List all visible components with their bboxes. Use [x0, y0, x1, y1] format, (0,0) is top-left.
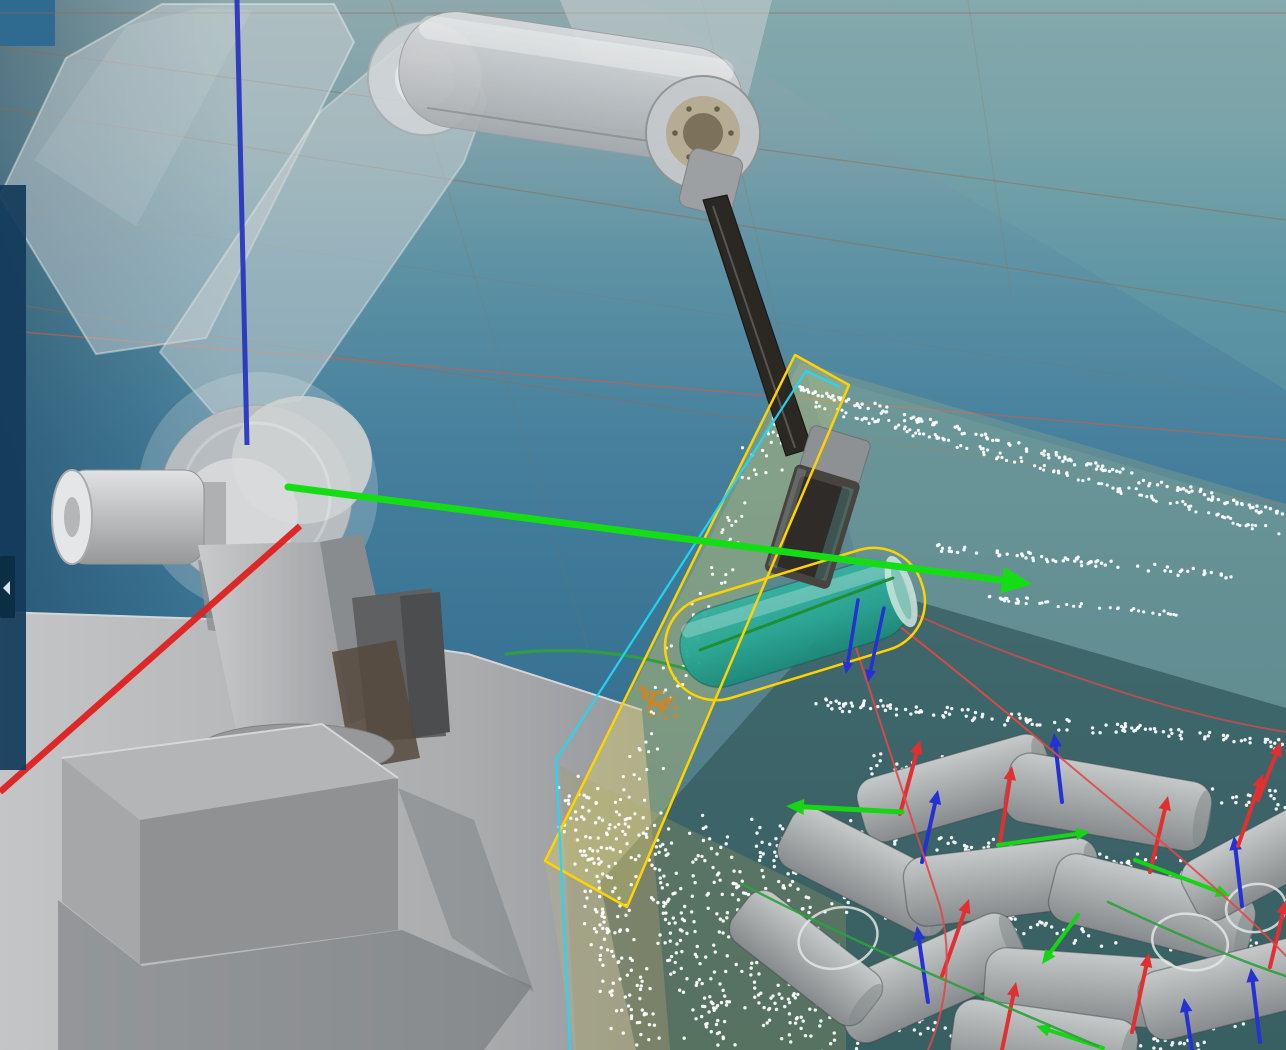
flange-bolt	[728, 130, 734, 136]
shoulder-motor-hub	[64, 497, 80, 537]
3d-viewport[interactable]	[0, 0, 1286, 1050]
flange-bolt	[672, 130, 678, 136]
panel-collapse-handle[interactable]	[0, 556, 15, 618]
robot-wrist-flange-hub	[683, 113, 723, 153]
background-corner-patch	[0, 0, 55, 46]
flange-bolt	[686, 106, 692, 112]
scene-canvas	[0, 0, 1286, 1050]
flange-bolt	[714, 106, 720, 112]
left-edge-panel-strip	[0, 185, 26, 770]
